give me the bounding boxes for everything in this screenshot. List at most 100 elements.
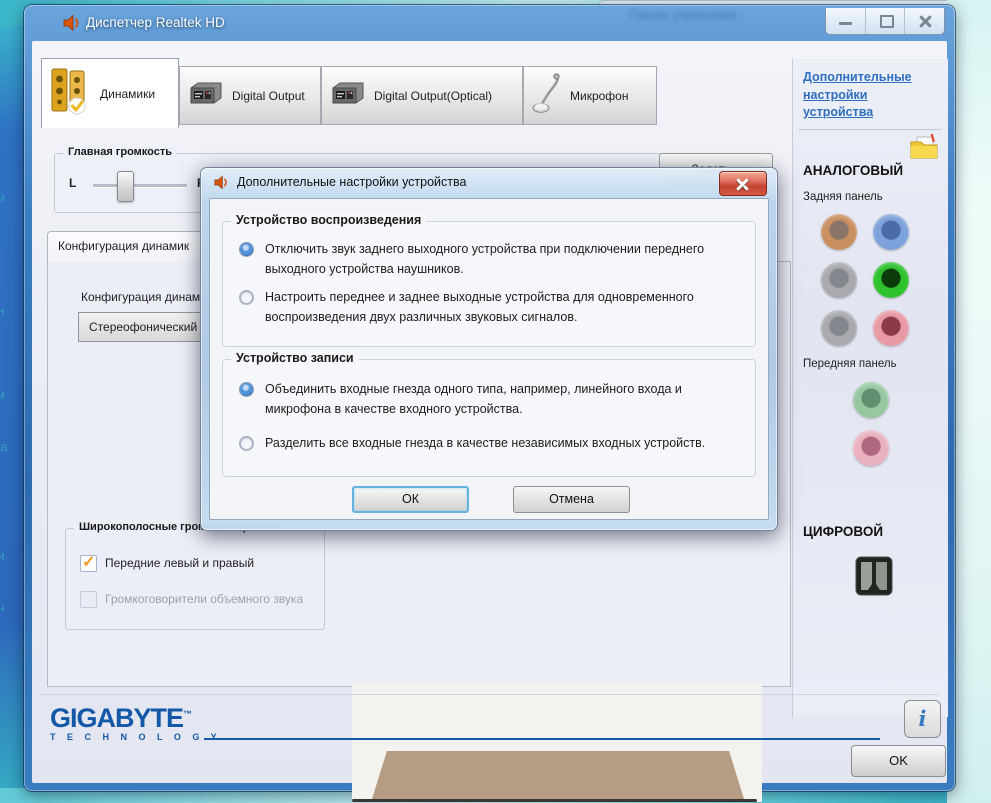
balance-slider[interactable] (93, 171, 187, 202)
audio-jack-pink-red[interactable] (873, 310, 909, 346)
background-text-fragment: мати (0, 191, 5, 205)
front-panel-label: Передняя панель (803, 358, 897, 370)
background-text-fragment: влен (0, 50, 5, 64)
tab-label: Динамики (100, 86, 156, 101)
radio-option-mute-rear[interactable]: Отключить звук заднего выходного устройс… (239, 240, 719, 280)
dialog-ok-button[interactable]: ОК (352, 486, 469, 513)
speaker-config-label: Конфигурация динам (81, 290, 201, 304)
main-ok-button[interactable]: OK (851, 745, 946, 777)
recording-device-group: Устройство записи Объединить входные гне… (222, 351, 756, 477)
front-panel-jacks (853, 382, 889, 466)
audio-jack-orange[interactable] (821, 214, 857, 250)
checkbox-label: Передние левый и правый (105, 556, 255, 570)
radio-label: Разделить все входные гнезда в качестве … (265, 436, 706, 450)
digital-heading: ЦИФРОВОЙ (803, 524, 884, 539)
back-panel-jacks (821, 214, 909, 346)
recording-group-legend: Устройство записи (231, 351, 359, 365)
connector-sidebar: Дополнительные настройки устройства АНАЛ… (792, 59, 948, 717)
analog-heading: АНАЛОГОВЫЙ (803, 163, 904, 178)
audio-jack-front-pink[interactable] (853, 430, 889, 466)
back-panel-label: Задняя панель (803, 191, 883, 203)
background-text-fragment: влен (0, 601, 5, 615)
footer-line (204, 738, 880, 740)
balance-slider-thumb[interactable] (116, 171, 134, 202)
close-button[interactable] (905, 8, 944, 34)
dialog-close-button[interactable] (719, 171, 767, 196)
room-visualization (352, 682, 762, 802)
main-ok-label: OK (889, 753, 908, 768)
gigabyte-logo: GIGABYTE™ T E C H N O L O G Y (50, 701, 222, 743)
speakers-icon (50, 67, 92, 120)
radio-button[interactable] (239, 290, 254, 305)
playback-device-group: Устройство воспроизведения Отключить зву… (222, 213, 756, 347)
background-text-fragment: нени (0, 388, 5, 402)
digital-output-optical-icon (330, 80, 366, 111)
background-text-fragment: ос па (0, 440, 8, 454)
radio-option-separate-inputs[interactable]: Разделить все входные гнезда в качестве … (239, 434, 719, 454)
audio-jack-blue[interactable] (873, 214, 909, 250)
desktop-left-strip (0, 26, 26, 788)
maximize-icon (880, 15, 894, 28)
digital-output-icon (188, 80, 224, 111)
minimize-icon (839, 22, 853, 25)
tab-label: Digital Output (232, 88, 305, 103)
radio-button-selected[interactable] (239, 382, 254, 397)
radio-label: Отключить звук заднего выходного устройс… (265, 242, 705, 276)
tab-digital-output-optical[interactable]: Digital Output(Optical) (321, 66, 523, 125)
background-text-fragment: спет (0, 77, 2, 91)
speaker-icon (213, 175, 230, 195)
radio-option-dual-streams[interactable]: Настроить переднее и заднее выходные уст… (239, 288, 719, 328)
optical-port-icon[interactable] (855, 556, 893, 601)
background-text-column: ройвленспетозаойкматикойквленктрнениойко… (0, 0, 991, 803)
logo-text: GIGABYTE (50, 703, 184, 733)
logo-subtext: T E C H N O L O G Y (50, 732, 222, 742)
check-icon: ✓ (82, 554, 96, 571)
floor-edge-line (352, 799, 757, 802)
window-controls (825, 8, 945, 35)
sidebar-divider (799, 129, 941, 130)
minimize-button[interactable] (826, 8, 866, 34)
dialog-body: Устройство воспроизведения Отключить зву… (209, 198, 769, 520)
audio-jack-gray-2[interactable] (821, 310, 857, 346)
radio-label: Настроить переднее и заднее выходные уст… (265, 290, 694, 324)
info-icon: i (918, 706, 927, 731)
window-title: Диспетчер Realtek HD (86, 15, 225, 30)
window-titlebar[interactable]: Диспетчер Realtek HD Панель управления - (24, 5, 955, 41)
tab-label: Микрофон (570, 88, 629, 103)
radio-button[interactable] (239, 436, 254, 451)
radio-label: Объединить входные гнезда одного типа, н… (265, 382, 682, 416)
close-icon (735, 177, 750, 192)
dialog-titlebar[interactable]: Дополнительные настройки устройства (201, 168, 777, 198)
background-text-fragment: влен (0, 304, 5, 318)
microphone-icon (532, 72, 562, 119)
audio-jack-green[interactable] (873, 262, 909, 298)
background-text-fragment: нени (0, 549, 5, 563)
tab-speakers[interactable]: Динамики (41, 58, 179, 128)
background-ghost-title: Панель управления - (630, 10, 743, 22)
audio-jack-gray-1[interactable] (821, 262, 857, 298)
radio-button-selected[interactable] (239, 242, 254, 257)
dialog-cancel-button[interactable]: Отмена (513, 486, 630, 513)
fullrange-speakers-group: Широкополосные громкоговорители ✓ Передн… (65, 521, 325, 630)
balance-left-label: L (69, 176, 77, 190)
device-advanced-settings-link[interactable]: Дополнительные настройки устройства (803, 69, 940, 122)
maximize-button[interactable] (866, 8, 906, 34)
master-volume-legend: Главная громкость (63, 146, 178, 158)
tab-microphone[interactable]: Микрофон (523, 66, 657, 125)
close-icon (918, 14, 933, 29)
info-button[interactable]: i (904, 700, 941, 738)
desktop: ройвленспетозаойкматикойквленктрнениойко… (0, 0, 991, 803)
radio-option-merge-inputs[interactable]: Объединить входные гнезда одного типа, н… (239, 380, 719, 420)
checkbox-box (80, 591, 97, 608)
checkbox-box[interactable]: ✓ (80, 554, 97, 572)
audio-jack-front-green[interactable] (853, 382, 889, 418)
tab-digital-output[interactable]: Digital Output (179, 66, 321, 125)
checkbox-label: Громкоговорители объемного звука (105, 592, 304, 606)
dialog-cancel-label: Отмена (549, 492, 594, 506)
dialog-ok-label: ОК (401, 492, 419, 506)
floor-shape (372, 751, 744, 799)
logo-trademark: ™ (183, 709, 192, 719)
device-advanced-settings-dialog: Дополнительные настройки устройства Устр… (200, 167, 778, 531)
footer-divider (40, 694, 939, 695)
folder-icon[interactable] (908, 133, 940, 166)
